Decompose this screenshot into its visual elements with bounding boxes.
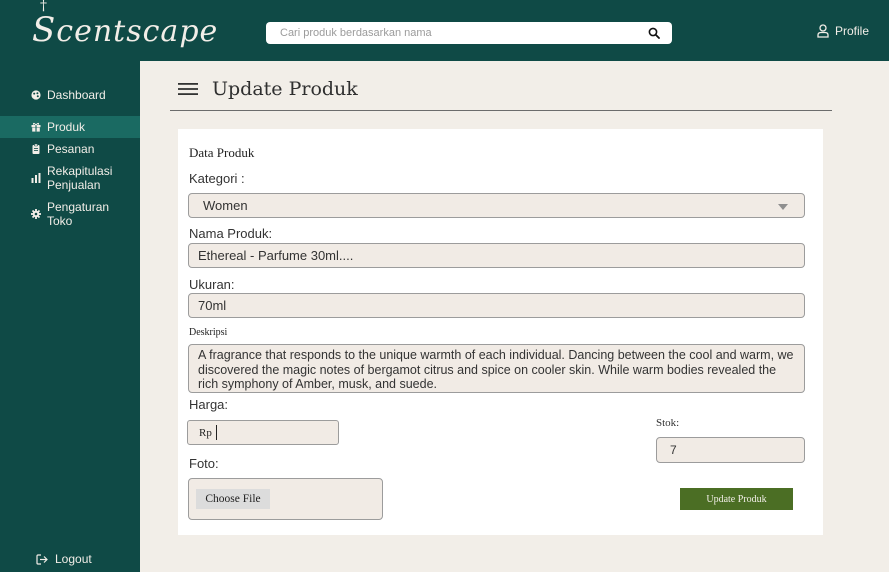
ukuran-label: Ukuran: <box>189 277 235 292</box>
chevron-down-icon <box>778 204 788 210</box>
page-header: Update Produk <box>178 78 358 100</box>
search-bar <box>266 22 672 44</box>
section-title: Data Produk <box>189 145 255 160</box>
kategori-value: Women <box>203 198 248 213</box>
clipboard-icon <box>32 144 40 154</box>
deskripsi-textarea[interactable]: A fragrance that responds to the unique … <box>188 344 805 393</box>
sidebar-item-label: Pesanan <box>47 142 95 156</box>
sidebar: Dashboard Produk Pesanan Rekapitulasi Pe… <box>0 61 140 572</box>
palette-icon <box>31 90 41 100</box>
sidebar-item-rekapitulasi[interactable]: Rekapitulasi Penjualan <box>0 160 140 196</box>
gear-icon <box>31 209 41 219</box>
gift-icon <box>31 122 41 132</box>
stok-label: Stok: <box>656 417 680 429</box>
header-divider <box>170 110 832 111</box>
file-upload: Choose File <box>188 478 383 520</box>
foto-label: Foto: <box>189 456 219 471</box>
brand-logo[interactable]: Scentscape <box>32 0 219 50</box>
ukuran-input[interactable]: 70ml <box>188 293 805 318</box>
update-produk-button[interactable]: Update Produk <box>680 488 793 510</box>
sidebar-item-label: Rekapitulasi Penjualan <box>47 164 113 192</box>
sidebar-item-label: Dashboard <box>47 88 106 102</box>
logout-icon <box>36 553 48 565</box>
kategori-label: Kategori : <box>189 171 245 186</box>
product-form-card: Data Produk Kategori : Women Nama Produk… <box>178 129 823 535</box>
deskripsi-label: Deskripsi <box>189 327 228 338</box>
kategori-select[interactable]: Women <box>188 193 805 218</box>
sidebar-item-dashboard[interactable]: Dashboard <box>0 83 140 107</box>
user-icon <box>817 24 829 38</box>
sidebar-item-label: Pengaturan Toko <box>47 200 110 228</box>
stok-input[interactable]: 7 <box>656 437 805 463</box>
top-bar: Scentscape Profile <box>0 0 889 61</box>
nama-produk-value: Ethereal - Parfume 30ml.... <box>198 248 354 263</box>
profile-label: Profile <box>834 24 869 38</box>
search-icon[interactable] <box>648 27 660 39</box>
bar-chart-icon <box>31 173 41 183</box>
profile-button[interactable]: Profile <box>817 24 869 38</box>
sidebar-item-pengaturan[interactable]: Pengaturan Toko <box>0 196 140 232</box>
choose-file-button[interactable]: Choose File <box>196 489 270 509</box>
stok-value: 7 <box>670 443 677 457</box>
currency-prefix: Rp <box>199 426 212 439</box>
logout-button[interactable]: Logout <box>36 552 92 566</box>
harga-input[interactable]: Rp <box>187 420 339 445</box>
logout-label: Logout <box>55 552 92 566</box>
ukuran-value: 70ml <box>198 298 227 313</box>
sidebar-item-pesanan[interactable]: Pesanan <box>0 138 140 160</box>
sidebar-item-label: Produk <box>47 120 86 134</box>
harga-label: Harga: <box>189 397 229 412</box>
hamburger-menu-icon[interactable] <box>178 82 198 96</box>
search-input[interactable] <box>266 22 636 44</box>
sidebar-item-produk[interactable]: Produk <box>0 116 140 138</box>
page-title: Update Produk <box>212 78 358 100</box>
nama-produk-label: Nama Produk: <box>189 226 273 241</box>
deskripsi-value: A fragrance that responds to the unique … <box>198 348 794 391</box>
text-cursor <box>215 425 217 440</box>
nama-produk-input[interactable]: Ethereal - Parfume 30ml.... <box>188 243 805 268</box>
brand-logo-rest: centscape <box>56 14 219 49</box>
